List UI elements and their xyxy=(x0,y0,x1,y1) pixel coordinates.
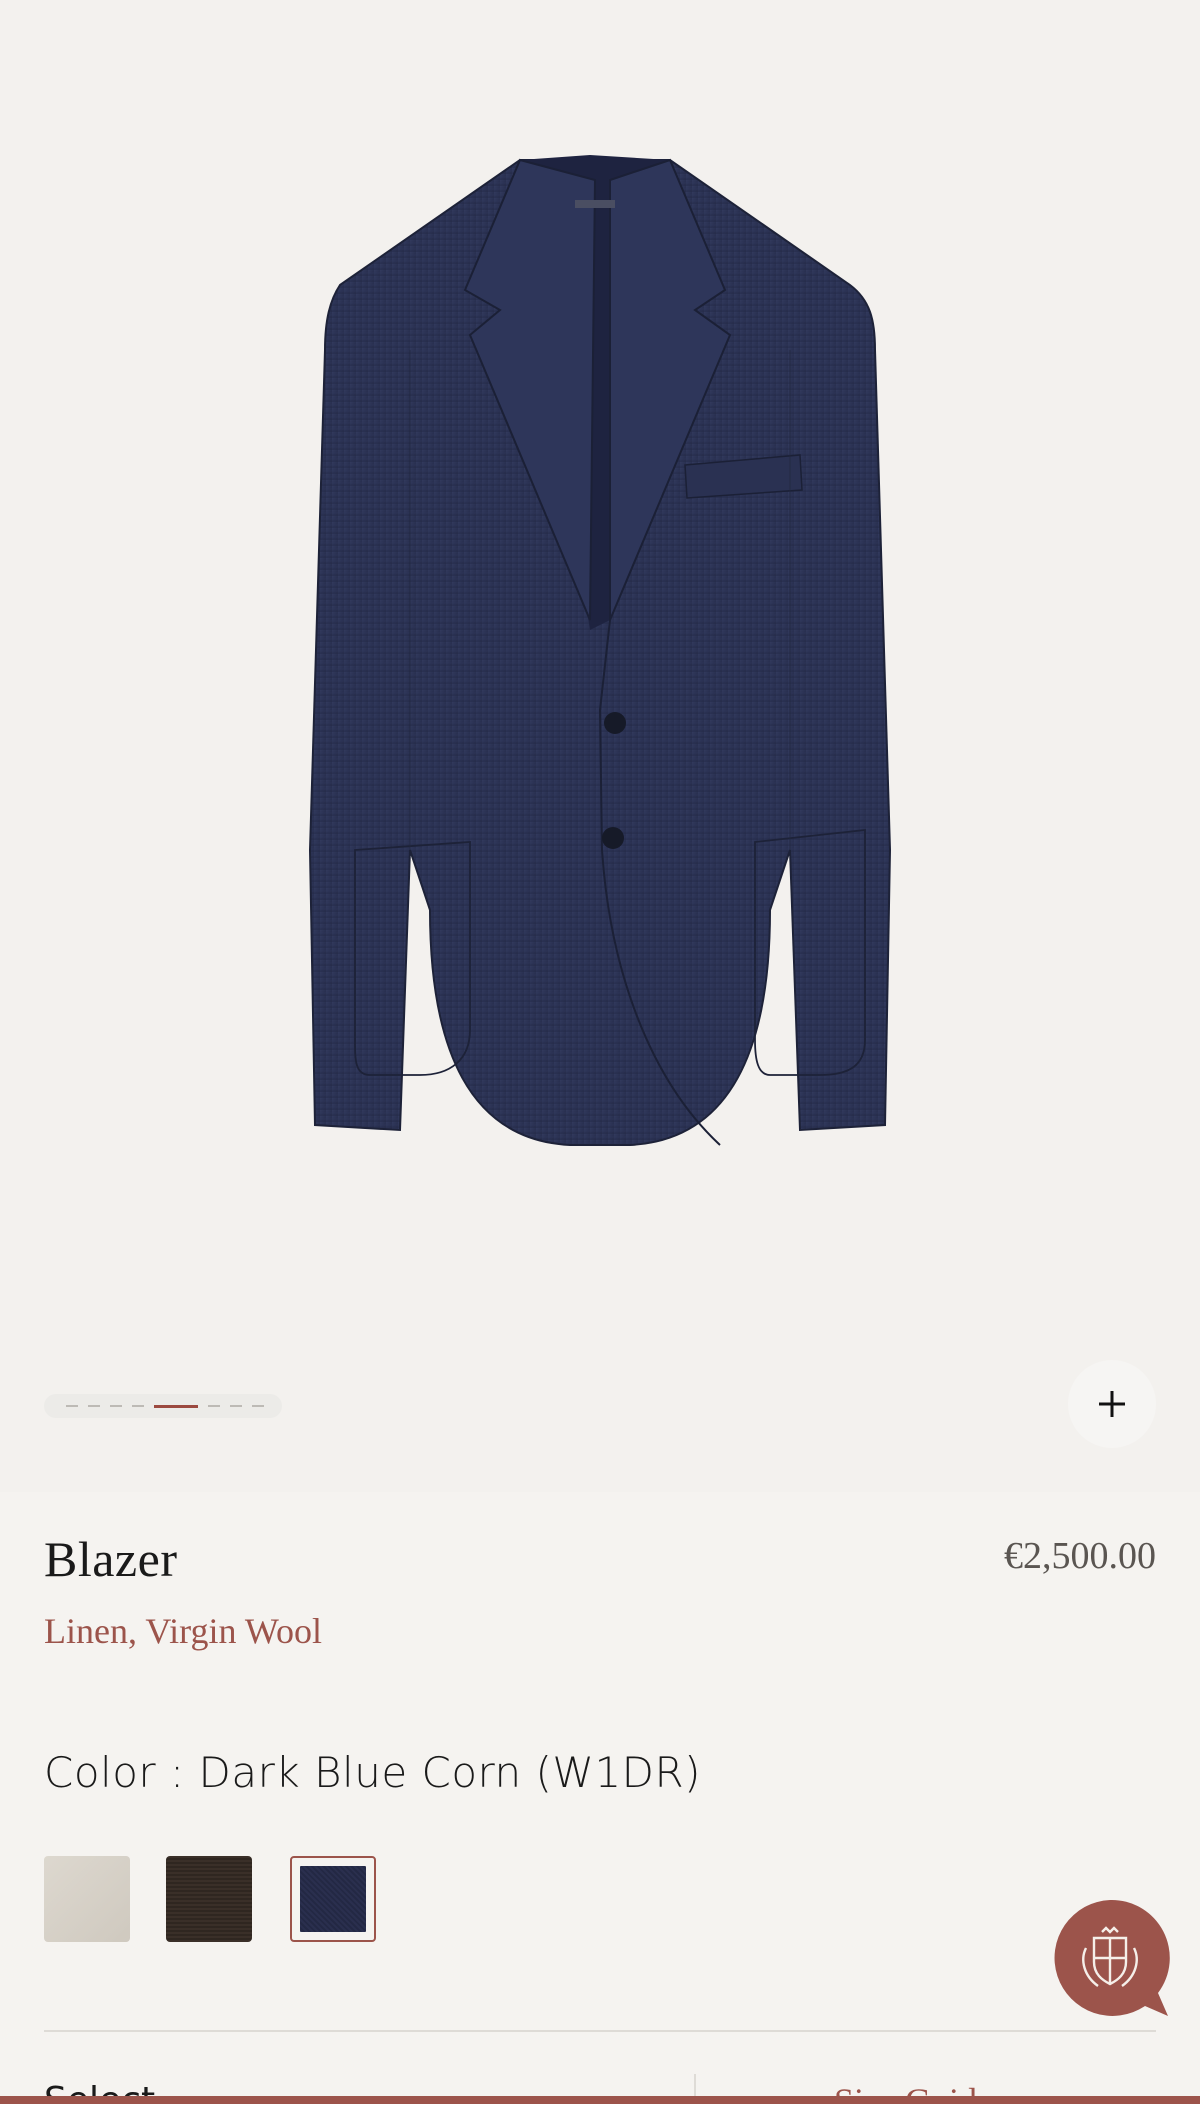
pagination-dot[interactable] xyxy=(208,1405,220,1407)
product-title: Blazer xyxy=(44,1531,178,1587)
add-to-bag-bar[interactable] xyxy=(0,2096,1200,2104)
pagination-dot[interactable] xyxy=(66,1405,78,1407)
product-price: €2,500.00 xyxy=(1004,1535,1156,1577)
pagination-dot[interactable] xyxy=(88,1405,100,1407)
color-label: Color : Dark Blue Corn (W1DR) xyxy=(44,1748,702,1797)
product-image-gallery[interactable] xyxy=(0,0,1200,1492)
plus-icon xyxy=(1099,1391,1125,1417)
product-image-blazer xyxy=(308,155,892,1146)
color-swatch-dark-blue-selected[interactable] xyxy=(290,1856,376,1942)
section-divider xyxy=(44,2030,1156,2032)
pagination-dot[interactable] xyxy=(110,1405,122,1407)
product-material: Linen, Virgin Wool xyxy=(44,1611,322,1651)
zoom-button[interactable] xyxy=(1068,1360,1156,1448)
gallery-pagination[interactable] xyxy=(44,1394,282,1418)
chat-assistant-button[interactable] xyxy=(1050,1898,1170,2018)
pagination-dot[interactable] xyxy=(252,1405,264,1407)
pagination-dot[interactable] xyxy=(230,1405,242,1407)
pagination-dot[interactable] xyxy=(132,1405,144,1407)
pagination-dot-active[interactable] xyxy=(154,1404,198,1408)
color-swatch-beige[interactable] xyxy=(44,1856,130,1942)
color-swatch-brown[interactable] xyxy=(166,1856,252,1942)
